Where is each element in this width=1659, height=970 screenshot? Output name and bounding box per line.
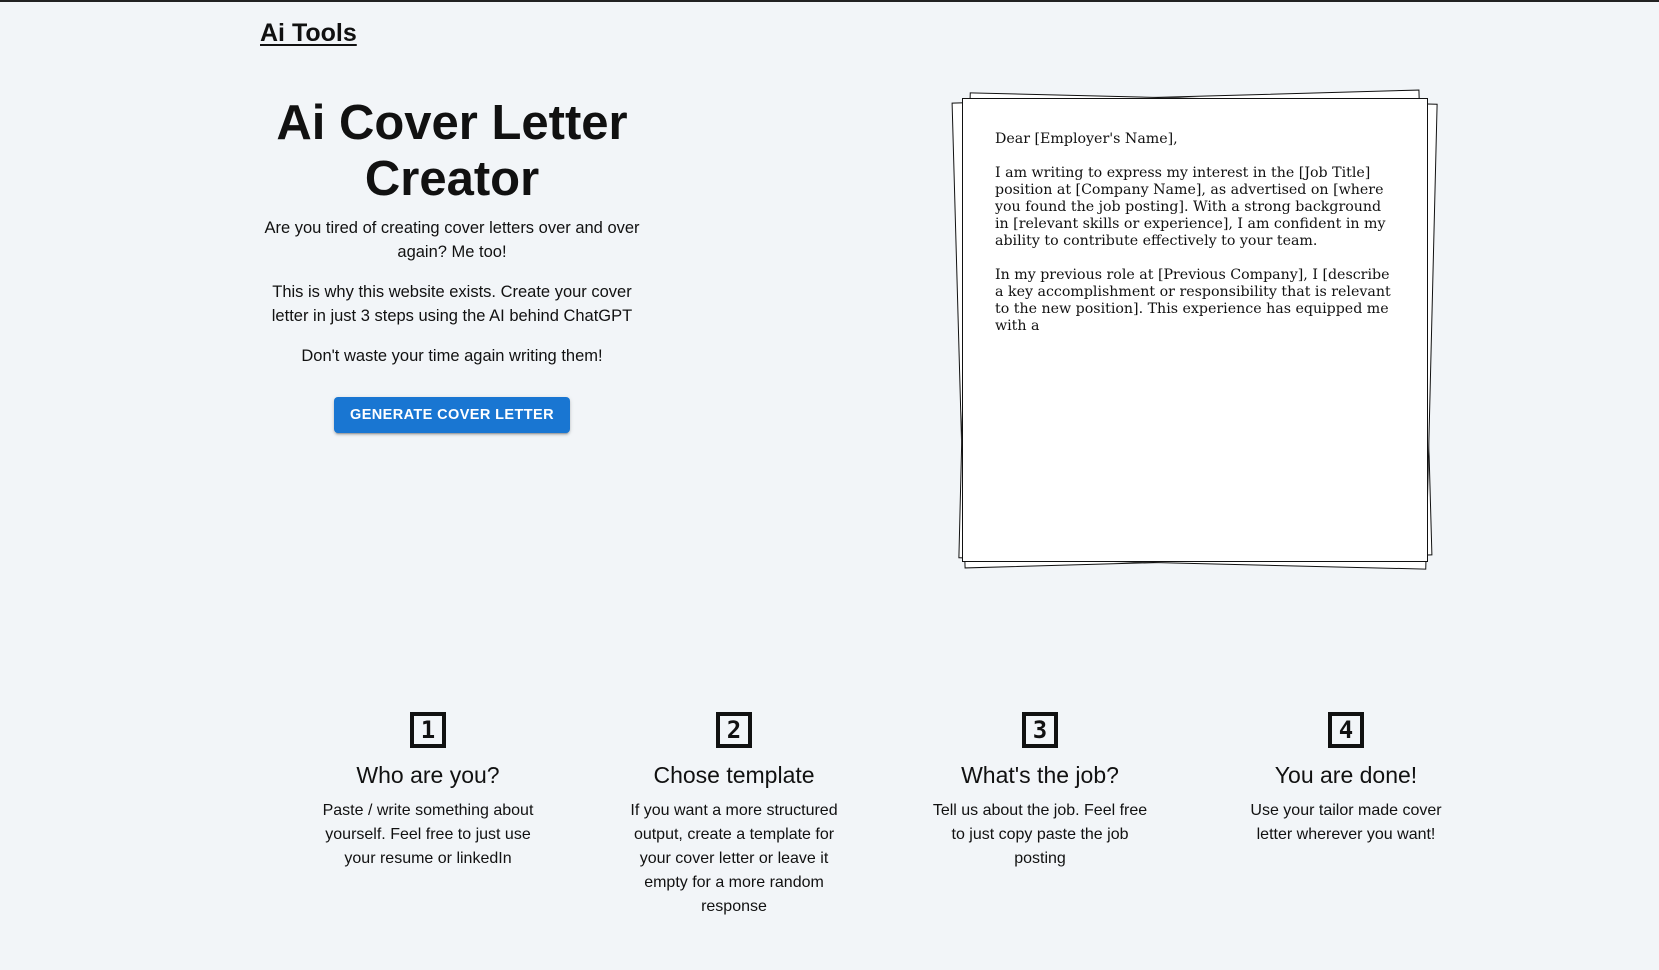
step-number-1-icon: 1 — [410, 712, 446, 748]
step-number-4-icon: 4 — [1328, 712, 1364, 748]
hero-description-text: This is why this website exists. Create … — [271, 283, 633, 325]
letter-greeting: Dear [Employer's Name], — [995, 131, 1178, 147]
top-border — [0, 0, 1659, 2]
step-description: If you want a more structured output, cr… — [630, 802, 838, 915]
hero-intro-text: Are you tired of creating cover letters … — [264, 219, 640, 261]
steps-section: 1 Who are you? Paste / write something a… — [275, 712, 1499, 919]
step-4: 4 You are done! Use your tailor made cov… — [1193, 712, 1499, 919]
step-title: You are done! — [1274, 762, 1418, 788]
generate-cover-letter-button[interactable]: Generate Cover Letter — [334, 397, 570, 433]
step-number-2-icon: 2 — [716, 712, 752, 748]
hero-section: Ai Cover Letter Creator Are you tired of… — [255, 95, 649, 433]
step-description: Paste / write something about yourself. … — [322, 802, 534, 867]
step-number-3-icon: 3 — [1022, 712, 1058, 748]
step-description: Tell us about the job. Feel free to just… — [932, 802, 1148, 867]
paper-sheet-front: Dear [Employer's Name], I am writing to … — [962, 98, 1428, 562]
step-title: Who are you? — [356, 762, 500, 788]
letter-preview: Dear [Employer's Name], I am writing to … — [950, 86, 1444, 576]
step-title: What's the job? — [961, 762, 1119, 788]
page-title: Ai Cover Letter Creator — [276, 96, 628, 206]
step-3: 3 What's the job? Tell us about the job.… — [887, 712, 1193, 919]
step-1: 1 Who are you? Paste / write something a… — [275, 712, 581, 919]
step-title: Chose template — [653, 762, 815, 788]
step-2: 2 Chose template If you want a more stru… — [581, 712, 887, 919]
step-description: Use your tailor made cover letter wherev… — [1250, 802, 1442, 843]
hero-tagline-text: Don't waste your time again writing them… — [301, 347, 603, 365]
letter-paragraph: I am writing to express my interest in t… — [995, 165, 1386, 249]
letter-paragraph: In my previous role at [Previous Company… — [995, 267, 1391, 334]
brand-link[interactable]: Ai Tools — [260, 19, 357, 48]
